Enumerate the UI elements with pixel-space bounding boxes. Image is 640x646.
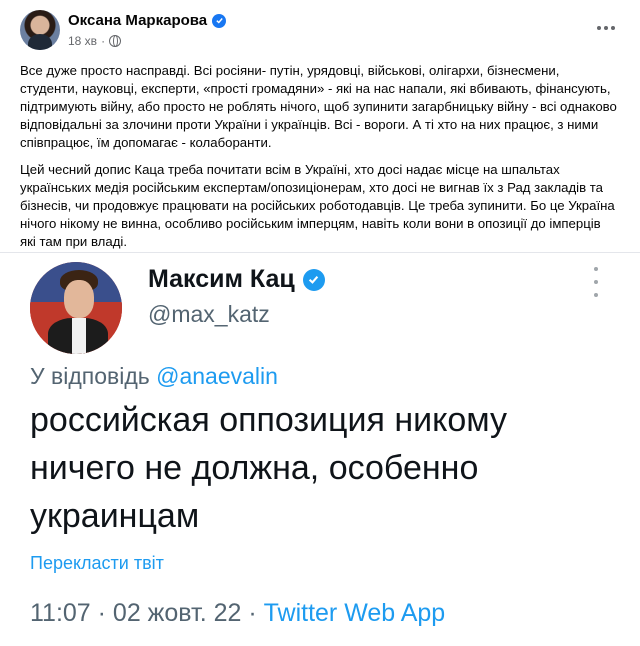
post-time[interactable]: 18 хв [68,34,97,48]
reply-prefix: У відповідь [30,363,157,389]
post-paragraph-1: Все дуже просто насправді. Всі росіяни- … [20,63,617,150]
tweet-more-icon [592,267,600,297]
tweet-timestamp: 11:07 · 02 жовт. 22 · Twitter Web App [30,599,445,628]
author-avatar[interactable] [20,10,60,50]
post-header: Оксана Маркарова 18 хв · [20,10,620,54]
reply-mention: @anaevalin [156,363,278,389]
author-name[interactable]: Оксана Маркарова [68,12,207,29]
tweet-author-handle: @max_katz [148,301,270,327]
tweet-reply-line: У відповідь @anaevalin [30,363,278,390]
globe-icon [109,35,122,47]
verified-badge-icon [212,13,227,28]
tweet-app: Twitter Web App [263,599,446,627]
twitter-verified-icon [302,268,325,291]
post-text: Все дуже просто насправді. Всі росіяни- … [20,62,620,260]
author-name-row: Оксана Маркарова [68,12,227,29]
tweet-time: 11:07 · 02 жовт. 22 · [30,599,264,627]
post-paragraph-2: Цей чесний допис Каца треба почитати всі… [20,162,615,249]
tweet-text: российская оппозиция никому ничего не до… [30,401,508,535]
tweet-author-name: Максим Кац [148,265,295,293]
tweet-author-avatar [30,262,122,354]
tweet-name-row: Максим Кац [148,265,325,294]
tweet-screenshot[interactable]: Максим Кац @max_katz У відповідь @anaeva… [0,252,640,646]
translate-tweet-link: Перекласти твіт [30,553,164,573]
more-options-icon[interactable] [592,18,620,38]
post-meta: 18 хв · [68,34,122,48]
